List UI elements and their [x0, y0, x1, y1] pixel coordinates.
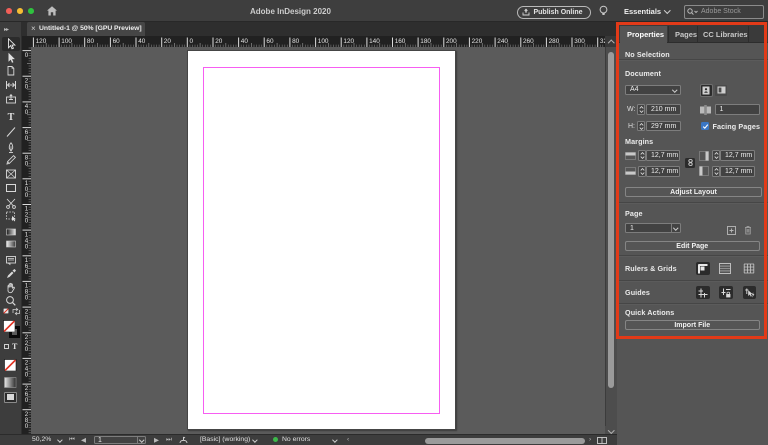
svg-text:60: 60: [266, 38, 274, 45]
svg-text:20: 20: [164, 38, 172, 45]
svg-text:0: 0: [25, 372, 29, 379]
svg-text:260: 260: [523, 38, 534, 45]
svg-text:120: 120: [343, 38, 354, 45]
svg-text:0: 0: [25, 397, 29, 404]
svg-text:0: 0: [25, 346, 29, 353]
svg-text:40: 40: [138, 38, 146, 45]
svg-text:20: 20: [215, 38, 223, 45]
svg-text:0: 0: [25, 192, 29, 199]
svg-text:40: 40: [241, 38, 249, 45]
svg-text:0: 0: [25, 269, 29, 276]
svg-text:0: 0: [25, 109, 29, 116]
svg-text:240: 240: [497, 38, 508, 45]
svg-text:120: 120: [36, 38, 47, 45]
svg-text:0: 0: [25, 160, 29, 167]
svg-text:200: 200: [446, 38, 457, 45]
svg-text:180: 180: [420, 38, 431, 45]
svg-text:0: 0: [25, 84, 29, 91]
svg-text:80: 80: [87, 38, 95, 45]
svg-text:0: 0: [25, 218, 29, 225]
svg-text:0: 0: [25, 243, 29, 250]
svg-text:60: 60: [113, 38, 121, 45]
svg-text:220: 220: [472, 38, 483, 45]
svg-text:0: 0: [25, 423, 29, 430]
svg-text:0: 0: [25, 135, 29, 142]
svg-text:280: 280: [549, 38, 560, 45]
svg-text:100: 100: [61, 38, 72, 45]
svg-text:140: 140: [369, 38, 380, 45]
svg-text:0: 0: [25, 320, 29, 327]
svg-text:0: 0: [25, 52, 29, 59]
svg-text:0: 0: [190, 38, 194, 45]
svg-text:0: 0: [25, 295, 29, 302]
svg-text:80: 80: [292, 38, 300, 45]
svg-text:100: 100: [318, 38, 329, 45]
svg-text:160: 160: [395, 38, 406, 45]
svg-text:T: T: [8, 112, 15, 122]
svg-text:300: 300: [574, 38, 585, 45]
